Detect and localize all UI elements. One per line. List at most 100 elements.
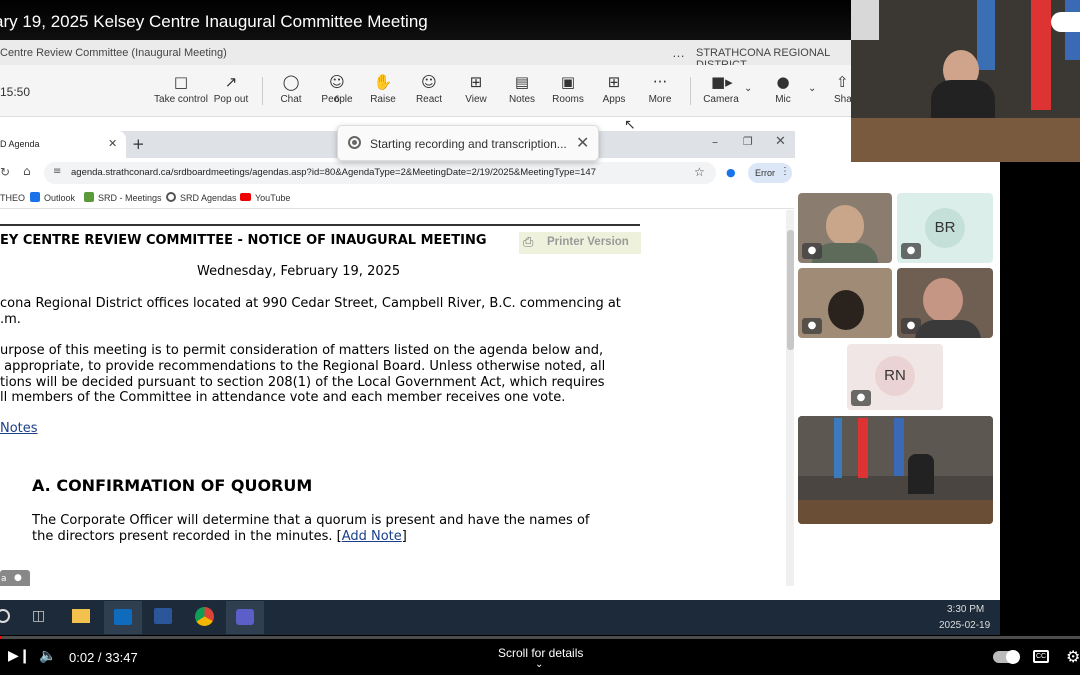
participant-face <box>923 278 963 322</box>
restore-icon[interactable]: ❐ <box>743 135 753 148</box>
bookmark-youtube[interactable]: YouTube <box>255 193 290 203</box>
mic-muted-icon: ● <box>802 243 822 259</box>
mic-options-chevron-icon[interactable]: ⌄ <box>808 83 816 94</box>
chrome-icon[interactable] <box>195 607 214 626</box>
word-icon[interactable] <box>154 608 172 624</box>
teams-taskbar-icon[interactable] <box>226 601 264 634</box>
home-icon[interactable]: ⌂ <box>23 164 31 178</box>
autoplay-toggle[interactable] <box>993 650 1020 664</box>
minimize-icon[interactable]: – <box>712 135 718 149</box>
windows-taskbar: ◫ 3:30 PM 2025-02-19 <box>0 600 1000 635</box>
mic-muted-icon: ● <box>851 390 871 406</box>
participant-tile-4[interactable]: ● <box>897 268 993 338</box>
take-control-icon: □ <box>173 73 189 91</box>
outlook-taskbar-icon[interactable] <box>104 601 142 634</box>
flag-bc-icon <box>894 418 904 476</box>
participant-tile-1[interactable]: ● <box>798 193 892 263</box>
recording-toast: Starting recording and transcription... … <box>337 125 599 161</box>
flag-bc-icon <box>977 0 995 70</box>
reload-icon[interactable]: ↻ <box>0 165 10 179</box>
purpose-text-line2: appropriate, to provide recommendations … <box>0 359 606 374</box>
react-button[interactable]: ☺ React <box>402 73 456 105</box>
meeting-table <box>851 118 1080 162</box>
outlook-logo <box>114 609 132 625</box>
room-camera[interactable] <box>851 0 1080 162</box>
youtube-icon <box>240 193 251 201</box>
next-icon[interactable]: ▶❙ <box>8 648 31 664</box>
share-icon: ⇧ <box>836 73 849 91</box>
meeting-date: Wednesday, February 19, 2025 <box>197 264 401 279</box>
people-icon: ☺6 <box>329 73 345 105</box>
new-tab-icon[interactable]: + <box>132 135 145 153</box>
volume-icon[interactable]: 🔈 <box>39 648 56 664</box>
purpose-text-line4: ll members of the Committee in attendanc… <box>0 390 566 405</box>
youtube-controls: ▶❙ 🔈 0:02 / 33:47 Scroll for details ⌄ C… <box>0 635 1080 675</box>
url-text: agenda.strathconard.ca/srdboardmeetings/… <box>71 167 596 178</box>
mouse-cursor-icon: ↖ <box>624 117 636 133</box>
menu-dots-icon: ⋮ <box>780 166 790 177</box>
section-a-heading: A. CONFIRMATION OF QUORUM <box>32 476 313 495</box>
wall-screen <box>851 0 879 40</box>
task-view-icon[interactable]: ◫ <box>32 608 45 624</box>
toolbar-divider <box>262 77 263 105</box>
quorum-text-line1: The Corporate Officer will determine tha… <box>32 513 590 528</box>
camera-button[interactable]: ■▸ Camera <box>694 73 748 105</box>
window-close-icon[interactable]: ✕ <box>775 134 786 149</box>
overlay-toggle[interactable] <box>1051 12 1080 32</box>
printer-icon: ⎙ <box>523 235 534 250</box>
camera-icon: ■▸ <box>711 73 733 91</box>
bookmark-srd-meetings[interactable]: SRD - Meetings <box>98 193 162 203</box>
bookmark-srd-agendas[interactable]: SRD Agendas <box>180 193 237 203</box>
more-button[interactable]: ··· More <box>633 73 687 105</box>
bookmark-star-icon[interactable]: ☆ <box>694 165 705 179</box>
camera-options-chevron-icon[interactable]: ⌄ <box>744 83 752 94</box>
more-icon: ··· <box>652 73 668 91</box>
participant-tile-2[interactable]: BR ● <box>897 193 993 263</box>
chevron-down-icon[interactable]: ⌄ <box>535 659 543 670</box>
address-bar[interactable]: ≡ agenda.strathconard.ca/srdboardmeeting… <box>44 162 716 184</box>
notes-link[interactable]: Notes <box>0 421 38 436</box>
browser-tab-agenda[interactable]: D Agenda ✕ <box>0 131 126 158</box>
apps-icon: ⊞ <box>607 73 621 91</box>
profile-icon[interactable]: ● <box>726 166 736 179</box>
participants-panel: ● BR ● ● ● RN ● <box>794 160 1000 600</box>
printer-version-button[interactable]: ⎙ Printer Version <box>519 232 641 254</box>
search-icon[interactable] <box>0 609 10 623</box>
captions-icon[interactable]: CC <box>1033 650 1049 663</box>
progress-bar[interactable] <box>0 636 1080 639</box>
mic-icon: ● <box>776 73 790 91</box>
react-icon: ☺ <box>421 73 437 91</box>
agenda-document: EY CENTRE REVIEW COMMITTEE - NOTICE OF I… <box>0 210 790 586</box>
site-info-icon[interactable]: ≡ <box>53 166 61 177</box>
participant-tile-3[interactable]: ● <box>798 268 892 338</box>
error-button[interactable]: Error ⋮ <box>748 163 792 183</box>
mic-muted-icon: ● <box>901 243 921 259</box>
mic-button[interactable]: ● Mic <box>756 73 810 105</box>
time-display: 0:02 / 33:47 <box>69 650 138 665</box>
teams-title-bar: Centre Review Committee (Inaugural Meeti… <box>0 40 852 71</box>
pop-out-icon: ↗ <box>224 73 238 91</box>
pop-out-button[interactable]: ↗ Pop out <box>204 73 258 105</box>
scroll-hint[interactable]: Scroll for details <box>498 646 583 660</box>
chairperson <box>908 454 934 494</box>
bookmark-theo[interactable]: THEO <box>0 193 25 203</box>
participant-face <box>828 290 864 330</box>
settings-gear-icon[interactable]: ⚙ <box>1066 647 1080 666</box>
more-options-icon[interactable]: … <box>672 45 685 60</box>
rooms-icon: ▣ <box>560 73 576 91</box>
flag-bc-icon <box>834 418 842 478</box>
share-button[interactable]: ⇧ Sha <box>826 73 852 105</box>
participant-tile-6[interactable] <box>798 416 993 524</box>
bookmark-outlook[interactable]: Outlook <box>44 193 75 203</box>
outlook-icon <box>30 192 40 202</box>
mic-muted-icon: ● <box>901 318 921 334</box>
add-note-link[interactable]: Add Note <box>342 529 402 544</box>
tab-close-icon[interactable]: ✕ <box>108 137 117 150</box>
toast-close-icon[interactable]: ✕ <box>576 133 589 152</box>
file-explorer-icon[interactable] <box>72 609 90 623</box>
speaker-badge: a ● <box>0 570 30 586</box>
scrollbar-thumb[interactable] <box>787 230 794 350</box>
notes-icon: ▤ <box>514 73 530 91</box>
take-control-button[interactable]: □ Take control <box>152 73 210 105</box>
participant-tile-5[interactable]: RN ● <box>847 344 943 410</box>
